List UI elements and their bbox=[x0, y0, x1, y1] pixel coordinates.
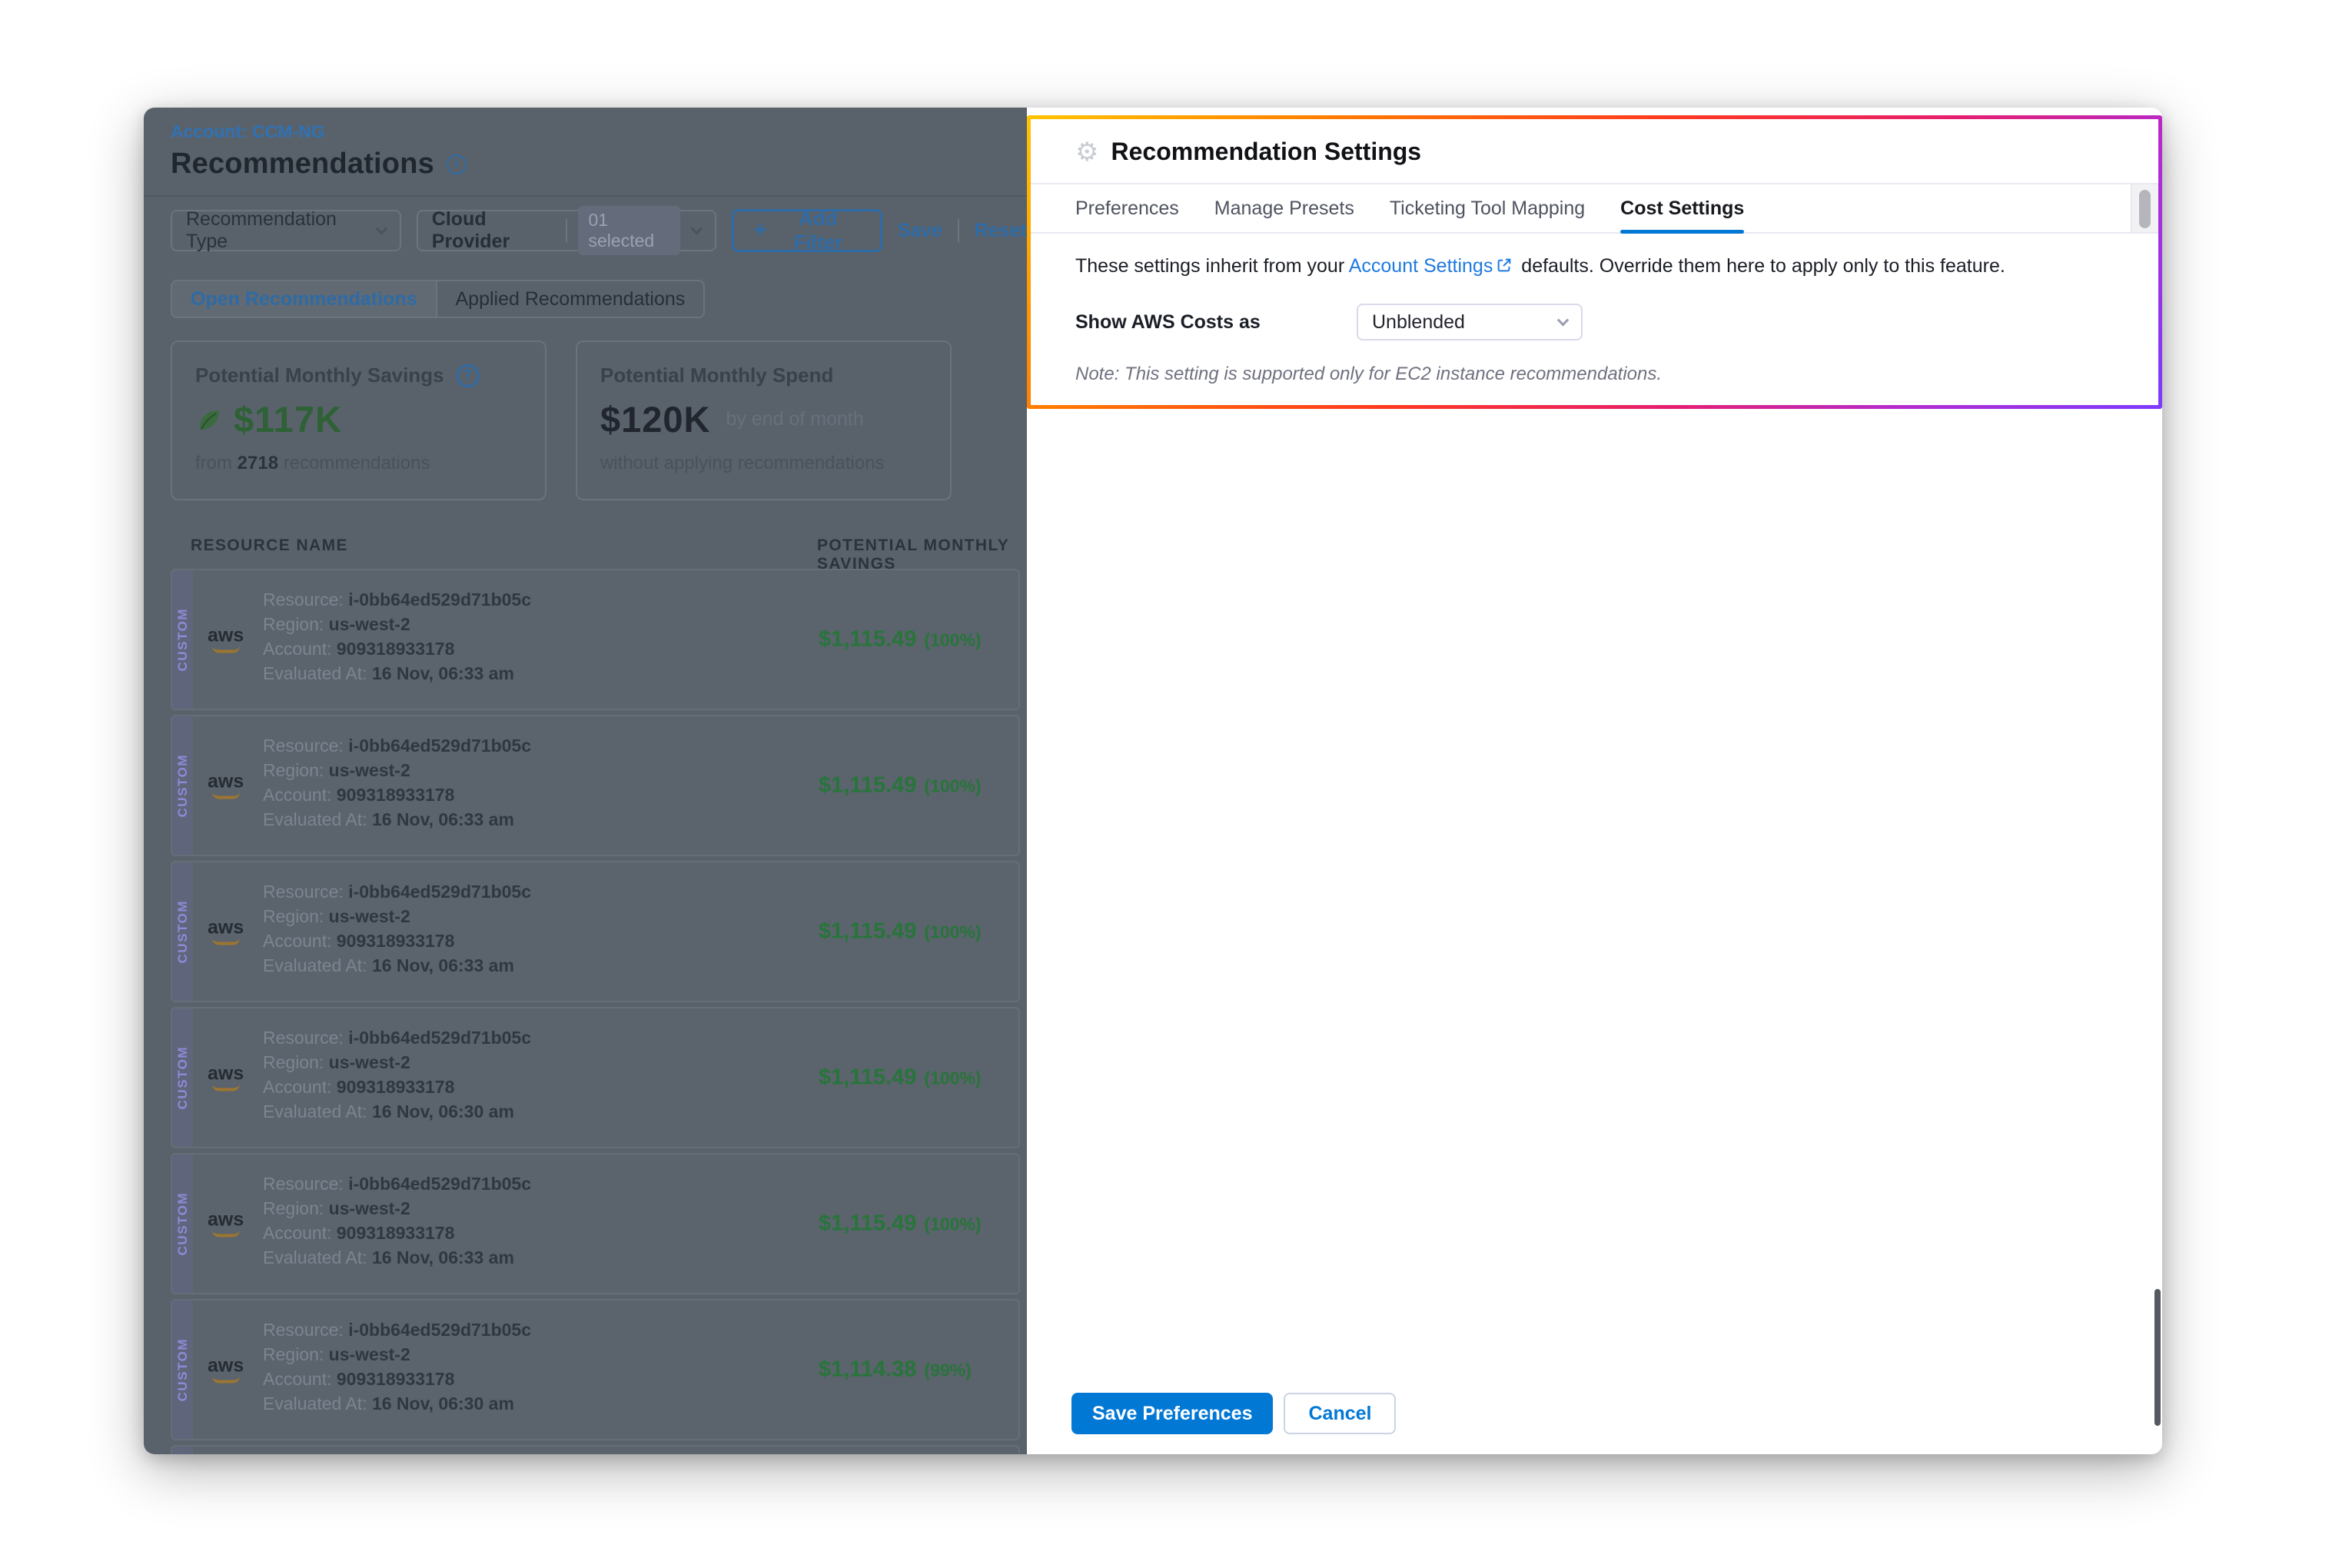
row-fields: Resource: i-0bb64ed529d71b05c Region: us… bbox=[263, 1025, 531, 1124]
potential-monthly-savings-card: Potential Monthly Savings ? $117K from 2… bbox=[171, 341, 546, 500]
custom-badge: CUSTOM bbox=[172, 570, 193, 709]
save-filter-button[interactable]: Save bbox=[898, 220, 942, 242]
tabs-scrollbar-track[interactable] bbox=[2131, 184, 2158, 232]
settings-tab-ticketing-tool-mapping[interactable]: Ticketing Tool Mapping bbox=[1390, 184, 1585, 232]
aws-costs-select[interactable]: Unblended bbox=[1357, 304, 1583, 341]
help-icon[interactable]: ? bbox=[457, 364, 480, 387]
table-row[interactable]: CUSTOM aws Resource: i-0bb64ed529d71b05c… bbox=[171, 1007, 1020, 1148]
chip-separator bbox=[566, 219, 567, 242]
recommendation-type-filter[interactable]: Recommendation Type bbox=[171, 210, 401, 251]
savings-amount: $117K bbox=[234, 398, 342, 440]
potential-monthly-spend-card: Potential Monthly Spend $120K by end of … bbox=[576, 341, 952, 500]
header-divider bbox=[144, 195, 1027, 197]
inherit-settings-text: These settings inherit from your Account… bbox=[1075, 255, 2114, 277]
aws-costs-label: Show AWS Costs as bbox=[1075, 311, 1357, 334]
table-row[interactable]: CUSTOM aws Resource: i-0bb64ed529d71b05c… bbox=[171, 1299, 1020, 1440]
tabs-scrollbar-thumb[interactable] bbox=[2139, 190, 2151, 228]
chevron-down-icon bbox=[690, 222, 703, 234]
chevron-down-icon bbox=[376, 222, 388, 234]
leaf-icon bbox=[195, 405, 224, 434]
recommendation-type-label: Recommendation Type bbox=[186, 208, 365, 253]
custom-badge bbox=[172, 1447, 193, 1454]
filter-bar: Recommendation Type Cloud Provider 01 se… bbox=[171, 209, 1027, 252]
spend-amount: $120K bbox=[600, 398, 711, 440]
info-icon[interactable]: i bbox=[447, 154, 467, 174]
recommendations-table: CUSTOM aws Resource: i-0bb64ed529d71b05c… bbox=[171, 569, 1020, 1454]
savings-card-label: Potential Monthly Savings bbox=[195, 364, 444, 387]
aws-costs-selected-value: Unblended bbox=[1372, 311, 1465, 334]
spend-card-label: Potential Monthly Spend bbox=[600, 364, 833, 387]
row-fields: Resource: i-0bb64ed529d71b05c Region: us… bbox=[263, 587, 531, 686]
custom-badge: CUSTOM bbox=[172, 1008, 193, 1147]
row-savings: $1,115.49(100%) bbox=[819, 1065, 982, 1091]
table-row-partial bbox=[171, 1445, 1020, 1454]
page-title: Recommendations bbox=[171, 148, 434, 181]
row-fields: Resource: i-0bb64ed529d71b05c Region: us… bbox=[263, 733, 531, 832]
spend-amount-suffix: by end of month bbox=[726, 408, 864, 430]
drawer-title: Recommendation Settings bbox=[1111, 138, 1421, 166]
column-header-resource-name: RESOURCE NAME bbox=[191, 537, 348, 555]
custom-badge: CUSTOM bbox=[172, 862, 193, 1001]
row-savings: $1,115.49(100%) bbox=[819, 919, 982, 945]
settings-tab-preferences[interactable]: Preferences bbox=[1075, 184, 1179, 232]
account-breadcrumb[interactable]: Account: CCM-NG bbox=[171, 121, 325, 142]
account-settings-link[interactable]: Account Settings bbox=[1349, 255, 1493, 277]
row-fields: Resource: i-0bb64ed529d71b05c Region: us… bbox=[263, 879, 531, 978]
drawer-scrollbar-thumb[interactable] bbox=[2154, 1289, 2161, 1426]
tab-applied-recommendations[interactable]: Applied Recommendations bbox=[436, 281, 704, 317]
settings-tabs-bar: Preferences Manage Presets Ticketing Tool … bbox=[1031, 183, 2158, 234]
page-title-row: Recommendations i bbox=[171, 148, 467, 181]
spend-card-subtext: without applying recommendations bbox=[600, 453, 927, 474]
column-header-savings: POTENTIAL MONTHLY SAVINGS bbox=[817, 537, 1027, 573]
aws-icon: aws bbox=[208, 919, 244, 945]
custom-badge: CUSTOM bbox=[172, 1154, 193, 1293]
add-filter-label: Add Filter bbox=[776, 207, 860, 254]
save-preferences-button[interactable]: Save Preferences bbox=[1071, 1393, 1273, 1434]
table-row[interactable]: CUSTOM aws Resource: i-0bb64ed529d71b05c… bbox=[171, 569, 1020, 710]
row-savings: $1,115.49(100%) bbox=[819, 627, 982, 653]
row-savings: $1,115.49(100%) bbox=[819, 1211, 982, 1237]
external-link-icon bbox=[1496, 257, 1513, 274]
row-fields: Resource: i-0bb64ed529d71b05c Region: us… bbox=[263, 1171, 531, 1270]
savings-card-subtext: from 2718 recommendations bbox=[195, 453, 522, 474]
reset-filter-button[interactable]: Reset bbox=[975, 220, 1027, 242]
settings-tab-manage-presets[interactable]: Manage Presets bbox=[1214, 184, 1354, 232]
aws-icon: aws bbox=[208, 772, 244, 799]
plus-icon: + bbox=[754, 219, 768, 242]
row-fields: Resource: i-0bb64ed529d71b05c Region: us… bbox=[263, 1317, 531, 1416]
cloud-provider-label: Cloud Provider bbox=[432, 208, 555, 253]
drawer-actions: Save Preferences Cancel bbox=[1071, 1393, 1396, 1434]
table-row[interactable]: CUSTOM aws Resource: i-0bb64ed529d71b05c… bbox=[171, 861, 1020, 1002]
table-row[interactable]: CUSTOM aws Resource: i-0bb64ed529d71b05c… bbox=[171, 715, 1020, 856]
tab-open-recommendations[interactable]: Open Recommendations bbox=[172, 281, 436, 317]
aws-icon: aws bbox=[208, 626, 244, 653]
custom-badge: CUSTOM bbox=[172, 716, 193, 855]
cloud-provider-filter[interactable]: Cloud Provider 01 selected bbox=[417, 210, 716, 251]
app-window: Account: CCM-NG Recommendations i Recomm… bbox=[144, 108, 2162, 1454]
recommendations-page: Account: CCM-NG Recommendations i Recomm… bbox=[144, 108, 1027, 1454]
gear-icon: ⚙ bbox=[1075, 139, 1098, 165]
ec2-note-text: Note: This setting is supported only for… bbox=[1075, 364, 2114, 385]
aws-icon: aws bbox=[208, 1211, 244, 1237]
gradient-highlight-border: ⚙ Recommendation Settings Preferences Man… bbox=[1027, 115, 2162, 409]
filter-separator bbox=[958, 219, 959, 242]
aws-icon: aws bbox=[208, 1065, 244, 1091]
row-savings: $1,114.38(99%) bbox=[819, 1357, 972, 1383]
chevron-down-icon bbox=[1557, 314, 1570, 326]
table-row[interactable]: CUSTOM aws Resource: i-0bb64ed529d71b05c… bbox=[171, 1153, 1020, 1294]
aws-costs-form-row: Show AWS Costs as Unblended bbox=[1031, 304, 2158, 341]
add-filter-button[interactable]: + Add Filter bbox=[732, 209, 882, 252]
aws-icon: aws bbox=[208, 1357, 244, 1384]
cancel-button[interactable]: Cancel bbox=[1284, 1393, 1396, 1434]
summary-cards: Potential Monthly Savings ? $117K from 2… bbox=[171, 341, 952, 500]
drawer-title-row: ⚙ Recommendation Settings bbox=[1031, 119, 2158, 166]
row-savings: $1,115.49(100%) bbox=[819, 773, 982, 799]
settings-tab-cost-settings[interactable]: Cost Settings bbox=[1620, 184, 1744, 232]
recommendations-view-tabs: Open Recommendations Applied Recommendat… bbox=[171, 280, 705, 318]
cloud-provider-count-badge: 01 selected bbox=[578, 206, 680, 255]
settings-drawer: ⚙ Recommendation Settings Preferences Man… bbox=[1027, 108, 2162, 1454]
custom-badge: CUSTOM bbox=[172, 1301, 193, 1439]
